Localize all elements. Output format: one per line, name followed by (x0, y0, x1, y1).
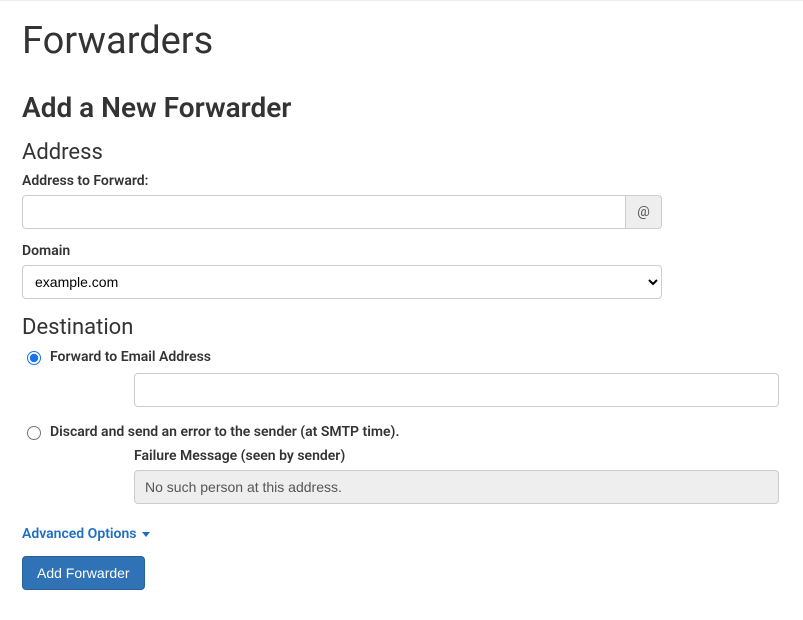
destination-heading: Destination (22, 315, 781, 340)
caret-down-icon (142, 532, 150, 537)
address-input-group: @ (22, 195, 662, 229)
section-title: Add a New Forwarder (22, 91, 781, 124)
discard-radio[interactable] (27, 426, 41, 440)
forward-radio-label: Forward to Email Address (50, 349, 211, 365)
forward-radio[interactable] (27, 351, 41, 365)
failure-message-input (134, 470, 779, 504)
domain-label: Domain (22, 243, 781, 259)
discard-option-row: Discard and send an error to the sender … (22, 423, 781, 440)
page-title: Forwarders (22, 19, 781, 63)
at-symbol-addon: @ (626, 195, 662, 229)
failure-message-label: Failure Message (seen by sender) (134, 448, 779, 464)
forward-email-input[interactable] (134, 373, 779, 407)
domain-select[interactable]: example.com (22, 265, 662, 299)
add-forwarder-button[interactable]: Add Forwarder (22, 556, 145, 590)
address-to-forward-input[interactable] (22, 195, 626, 229)
address-to-forward-label: Address to Forward: (22, 173, 781, 189)
discard-radio-label: Discard and send an error to the sender … (50, 424, 399, 440)
forward-option-row: Forward to Email Address (22, 348, 781, 365)
advanced-options-toggle[interactable]: Advanced Options (22, 526, 150, 542)
address-heading: Address (22, 140, 781, 165)
advanced-options-label: Advanced Options (22, 526, 136, 542)
